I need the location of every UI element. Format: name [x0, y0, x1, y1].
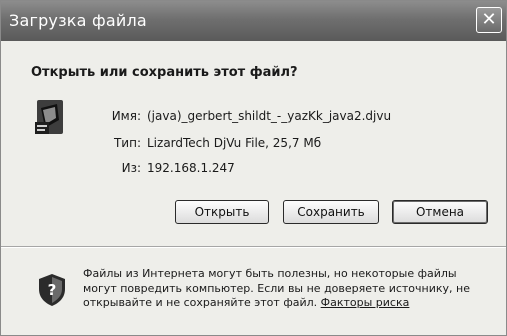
save-button[interactable]: Сохранить [283, 200, 379, 224]
divider [1, 246, 506, 248]
file-type-row: Тип: LizardTech DjVu File, 25,7 Мб [93, 136, 321, 150]
shield-question-icon: ? [39, 274, 65, 306]
file-name-label: Имя: [111, 109, 141, 123]
file-type-label: Тип: [113, 136, 141, 150]
file-name-value: (java)_gerbert_shildt_-_yazKk_java2.djvu [147, 109, 392, 123]
dialog-question: Открыть или сохранить этот файл? [31, 65, 298, 80]
file-name-row: Имя: (java)_gerbert_shildt_-_yazKk_java2.… [93, 109, 391, 123]
file-source-label: Из: [121, 161, 141, 175]
svg-text:?: ? [48, 281, 57, 299]
cancel-button[interactable]: Отмена [392, 200, 488, 224]
title-bar[interactable]: Загрузка файла ✕ [1, 1, 506, 41]
file-type-value: LizardTech DjVu File, 25,7 Мб [147, 136, 322, 150]
close-icon: ✕ [481, 9, 497, 30]
warning-text: Файлы из Интернета могут быть полезны, н… [83, 267, 470, 309]
file-source-row: Из: 192.168.1.247 [93, 161, 235, 175]
close-button[interactable]: ✕ [476, 7, 502, 33]
window-title: Загрузка файла [9, 11, 147, 30]
djvu-file-icon [35, 100, 63, 134]
file-source-value: 192.168.1.247 [147, 161, 235, 175]
file-download-dialog: Загрузка файла ✕ Открыть или сохранить э… [0, 0, 507, 336]
security-warning: Файлы из Интернета могут быть полезны, н… [83, 267, 488, 311]
open-button[interactable]: Открыть [175, 200, 269, 224]
risk-factors-link[interactable]: Факторы риска [321, 296, 410, 309]
